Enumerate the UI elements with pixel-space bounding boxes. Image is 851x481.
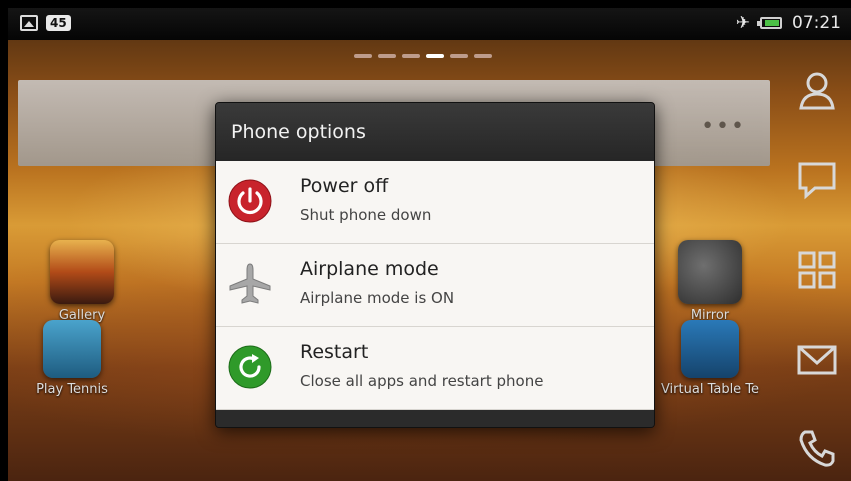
apps-grid-icon[interactable]	[795, 248, 839, 292]
option-subtitle: Airplane mode is ON	[300, 289, 455, 307]
option-title: Restart	[300, 341, 369, 363]
mirror-app-icon	[678, 240, 742, 304]
phone-options-dialog: Phone options Power off Shut phone down …	[215, 102, 655, 428]
tennis-app-icon	[43, 320, 101, 378]
option-title: Power off	[300, 175, 389, 197]
option-airplane-mode[interactable]: Airplane mode Airplane mode is ON	[216, 244, 654, 327]
app-play-tennis[interactable]: Play Tennis	[22, 320, 122, 397]
page-indicator	[354, 54, 492, 58]
power-icon	[228, 179, 272, 223]
option-restart[interactable]: Restart Close all apps and restart phone	[216, 327, 654, 410]
dialog-footer	[216, 410, 654, 427]
option-title: Airplane mode	[300, 258, 439, 280]
gallery-notification-icon	[20, 15, 38, 31]
airplane-icon	[229, 263, 271, 304]
clock: 07:21	[792, 13, 841, 33]
home-screen: 45 ✈ 07:21 ••• Gallery Play Tennis Mirro…	[8, 8, 851, 481]
dock	[781, 48, 851, 478]
option-subtitle: Shut phone down	[300, 206, 432, 224]
dialog-title: Phone options	[216, 103, 654, 161]
people-icon[interactable]	[795, 68, 839, 112]
messages-icon[interactable]	[795, 158, 839, 202]
mail-icon[interactable]	[795, 338, 839, 382]
option-subtitle: Close all apps and restart phone	[300, 372, 544, 390]
restart-icon	[228, 345, 272, 389]
widget-menu-icon[interactable]: •••	[701, 114, 746, 139]
battery-icon	[757, 17, 782, 29]
notification-badge: 45	[46, 15, 71, 31]
table-tennis-app-icon	[681, 320, 739, 378]
app-virtual-table-tennis[interactable]: Virtual Table Te	[650, 320, 770, 397]
option-power-off[interactable]: Power off Shut phone down	[216, 161, 654, 244]
app-mirror[interactable]: Mirror	[670, 240, 750, 323]
app-gallery[interactable]: Gallery	[42, 240, 122, 323]
gallery-app-icon	[50, 240, 114, 304]
phone-icon[interactable]	[795, 426, 839, 470]
status-bar: 45 ✈ 07:21	[8, 8, 851, 40]
airplane-status-icon: ✈	[735, 13, 750, 33]
